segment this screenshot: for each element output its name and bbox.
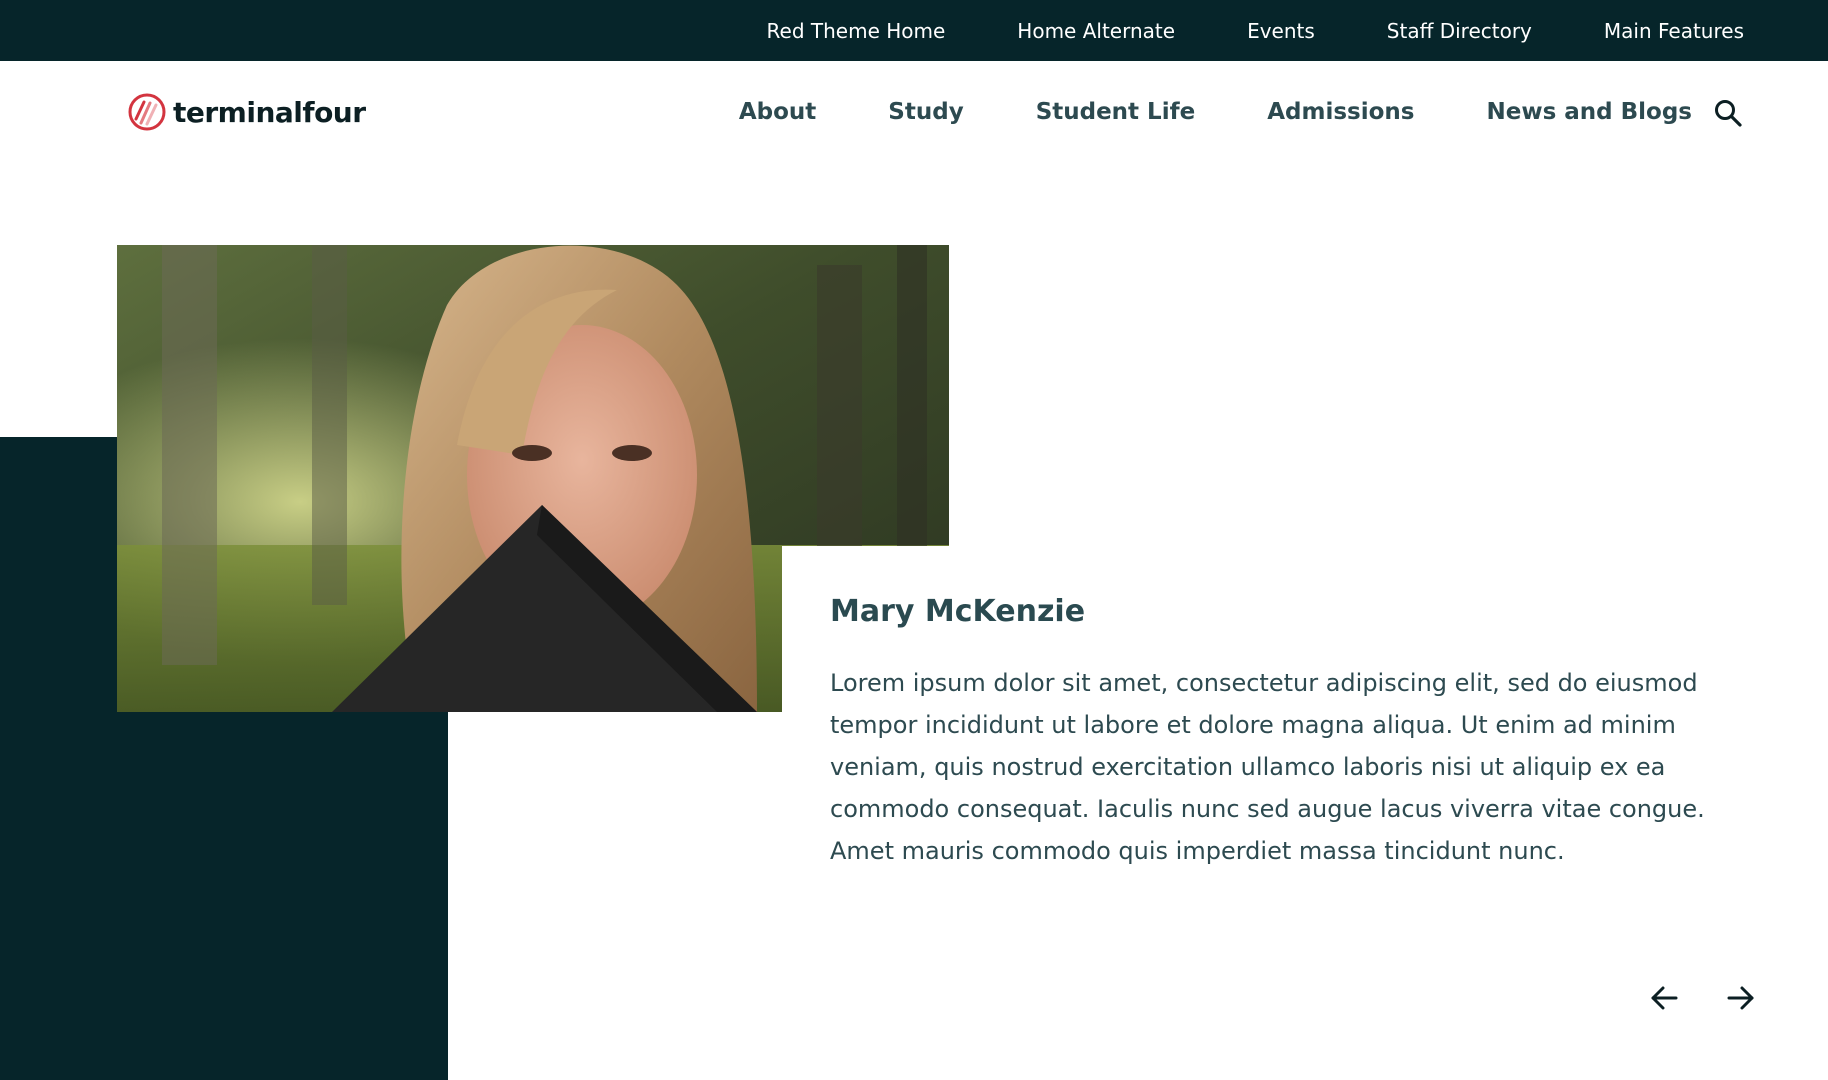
utility-nav: Red Theme Home Home Alternate Events Sta… (767, 0, 1744, 61)
search-button[interactable] (1712, 97, 1744, 129)
logo-text: terminalfour (173, 95, 366, 129)
primary-nav: About Study Student Life Admissions News… (739, 61, 1692, 163)
utility-link-red-theme-home[interactable]: Red Theme Home (767, 19, 946, 43)
decorative-block-bottom (0, 711, 448, 1080)
arrow-left-icon (1651, 986, 1678, 1010)
utility-link-events[interactable]: Events (1247, 19, 1315, 43)
nav-item-admissions[interactable]: Admissions (1267, 99, 1414, 125)
testimonial-quote: Lorem ipsum dolor sit amet, consectetur … (830, 669, 1705, 865)
logo-mark-icon (128, 93, 166, 131)
testimonial-name: Mary McKenzie (830, 594, 1086, 629)
nav-item-student-life[interactable]: Student Life (1036, 99, 1196, 125)
nav-item-study[interactable]: Study (888, 99, 963, 125)
search-icon (1715, 100, 1742, 127)
utility-link-home-alternate[interactable]: Home Alternate (1017, 19, 1175, 43)
next-slide-button[interactable] (1721, 978, 1761, 1018)
utility-bar: Red Theme Home Home Alternate Events Sta… (0, 0, 1828, 61)
utility-link-main-features[interactable]: Main Features (1604, 19, 1744, 43)
site-logo[interactable]: terminalfour (127, 90, 366, 134)
nav-item-about[interactable]: About (739, 99, 816, 125)
arrow-right-icon (1727, 986, 1754, 1010)
nav-item-news-and-blogs[interactable]: News and Blogs (1486, 99, 1692, 125)
previous-slide-button[interactable] (1644, 978, 1684, 1018)
main-header: terminalfour About Study Student Life Ad… (0, 61, 1828, 163)
utility-link-staff-directory[interactable]: Staff Directory (1387, 19, 1532, 43)
